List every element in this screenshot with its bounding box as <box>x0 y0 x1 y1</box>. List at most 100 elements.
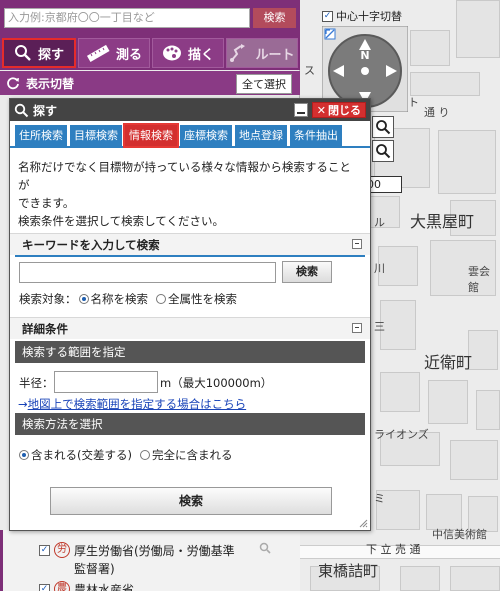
map-label: 雲会館 <box>468 265 490 294</box>
range-section-bar: 検索する範囲を指定 <box>15 341 365 363</box>
map-label: ル <box>374 216 385 229</box>
close-label: 閉じる <box>328 104 361 117</box>
mode-label: 探す <box>37 47 64 63</box>
radio-label: 完全に含まれる <box>151 448 233 462</box>
radius-label: 半径： <box>19 376 54 390</box>
search-dialog: 探す ✕ 閉じる 住所検索 目標検索 情報検索 座標検索 地点登録 条件抽出 名… <box>9 98 371 531</box>
map-label: 通 り <box>424 106 450 119</box>
method-section-bar: 検索方法を選択 <box>15 413 365 435</box>
search-target-label: 検索対象： <box>19 292 77 306</box>
magnifier-icon <box>14 103 29 117</box>
map-label: 川 <box>374 262 385 275</box>
mode-draw-button[interactable]: 描く <box>152 38 224 68</box>
select-all-button[interactable]: 全て選択 <box>236 74 292 94</box>
labor-office-icon: 労 <box>54 542 70 558</box>
layer-item[interactable]: ✓ 農 農林水産省 <box>39 581 134 591</box>
map-label: 三 <box>374 320 385 333</box>
magnifier-icon <box>376 144 391 159</box>
route-icon <box>230 44 246 62</box>
radius-unit: m（最大100000m） <box>160 376 273 390</box>
section-title: キーワードを入力して検索 <box>22 237 160 252</box>
radio-label: 含まれる(交差する) <box>31 448 132 462</box>
display-toggle-label: 表示切替 <box>26 76 75 91</box>
map-label: 下 立 売 通 <box>366 543 421 556</box>
tab-address-search[interactable]: 住所検索 <box>15 125 67 146</box>
magnifier-icon <box>376 120 391 135</box>
collapse-icon[interactable] <box>352 323 362 333</box>
map-label: ミ <box>374 492 385 505</box>
display-toggle-bar: 表示切替 全て選択 <box>0 71 300 95</box>
map-label-daikokuyacho: 大黒屋町 <box>410 212 475 231</box>
radius-input[interactable] <box>54 371 158 393</box>
radio-name-search[interactable] <box>78 294 89 304</box>
link-text: 地図上で検索範囲を指定する場合はこちら <box>27 397 247 411</box>
map-label: 中信美術館 <box>432 528 487 541</box>
map-label-konoecho: 近衛町 <box>424 353 473 372</box>
close-icon: ✕ <box>316 103 326 117</box>
tab-info-search[interactable]: 情報検索 <box>125 125 177 146</box>
address-search-input[interactable]: 入力例:京都府〇〇一丁目など <box>4 8 250 28</box>
radio-intersect[interactable] <box>19 450 29 460</box>
link-arrow: → <box>18 397 28 411</box>
radio-fully-contained[interactable] <box>139 450 150 460</box>
keyword-section-header[interactable]: キーワードを入力して検索 <box>10 233 370 255</box>
divider <box>15 255 365 257</box>
checkbox-icon[interactable]: ✓ <box>322 10 333 22</box>
map-range-link[interactable]: →地図上で検索範囲を指定する場合はこちら <box>18 396 246 412</box>
map-label-higashihashizumecho: 東橋詰町 <box>318 562 379 580</box>
tab-point-register[interactable]: 地点登録 <box>235 125 287 146</box>
address-search-bar: 入力例:京都府〇〇一丁目など 検索 <box>0 0 300 36</box>
tab-landmark-search[interactable]: 目標検索 <box>70 125 122 146</box>
magnifier-icon <box>14 45 31 61</box>
ruler-icon <box>86 44 110 62</box>
search-target-options: 検索対象： 名称を検索 全属性を検索 <box>19 291 237 307</box>
tab-coordinate-search[interactable]: 座標検索 <box>180 125 232 146</box>
resize-grip-icon[interactable] <box>359 519 368 528</box>
radio-all-attributes[interactable] <box>156 294 166 304</box>
zoom-in-button[interactable] <box>372 116 394 138</box>
refresh-icon <box>7 77 19 90</box>
search-tabs: 住所検索 目標検索 情報検索 座標検索 地点登録 条件抽出 <box>10 121 370 148</box>
collapse-icon[interactable] <box>352 239 362 249</box>
map-label: ス <box>304 64 315 77</box>
magnifier-icon[interactable] <box>259 542 271 554</box>
description-line: できます。 <box>18 196 75 210</box>
mode-label: 描く <box>187 47 214 63</box>
tab-condition-extract[interactable]: 条件抽出 <box>290 125 342 146</box>
layer-label: 厚生労働省(労働局・労働基準 <box>74 544 235 558</box>
agriculture-icon: 農 <box>54 581 70 591</box>
mode-label: 測る <box>115 47 142 63</box>
keyword-input[interactable] <box>19 262 276 283</box>
section-title: 詳細条件 <box>22 321 68 336</box>
info-search-description: 名称だけでなく目標物が持っている様々な情報から検索することが できます。 検索条… <box>10 148 370 230</box>
execute-search-button[interactable]: 検索 <box>50 487 332 515</box>
description-line: 名称だけでなく目標物が持っている様々な情報から検索することが <box>18 160 351 192</box>
mode-search-button[interactable]: 探す <box>2 38 76 68</box>
map-label: ライオンズ <box>374 428 429 441</box>
zoom-out-button[interactable] <box>372 140 394 162</box>
description-line: 検索条件を選択して検索してください。 <box>18 214 224 228</box>
compass-north-label: N <box>360 49 369 62</box>
detail-section-header[interactable]: 詳細条件 <box>10 317 370 339</box>
layer-label-cont: 監督署) <box>74 562 115 576</box>
layer-list: ✓ 労 厚生労働省(労働局・労働基準 監督署) ✓ 農 農林水産省 <box>0 530 300 591</box>
radio-label: 全属性を検索 <box>168 292 237 306</box>
close-button[interactable]: ✕ 閉じる <box>311 102 366 118</box>
mode-measure-button[interactable]: 測る <box>78 38 150 68</box>
mode-toolbar: 探す 測る 描く ルート <box>0 36 300 70</box>
checkbox-icon[interactable]: ✓ <box>39 545 50 556</box>
minimize-button[interactable] <box>294 103 308 117</box>
crosshair-toggle[interactable]: ✓ 中心十字切替 <box>322 8 402 24</box>
address-search-button[interactable]: 検索 <box>253 8 296 28</box>
mode-route-button[interactable]: ルート <box>226 38 298 68</box>
keyword-search-button[interactable]: 検索 <box>282 261 332 283</box>
checkbox-icon[interactable]: ✓ <box>39 584 50 591</box>
layer-label: 農林水産省 <box>74 583 135 591</box>
mode-label: ルート <box>255 47 295 63</box>
dialog-title: 探す <box>33 103 58 118</box>
palette-icon <box>162 45 181 61</box>
crosshair-label: 中心十字切替 <box>336 10 402 23</box>
radio-label: 名称を検索 <box>90 292 149 306</box>
search-method-options: 含まれる(交差する) 完全に含まれる <box>19 447 232 463</box>
layer-item[interactable]: ✓ 労 厚生労働省(労働局・労働基準 監督署) <box>39 542 235 578</box>
